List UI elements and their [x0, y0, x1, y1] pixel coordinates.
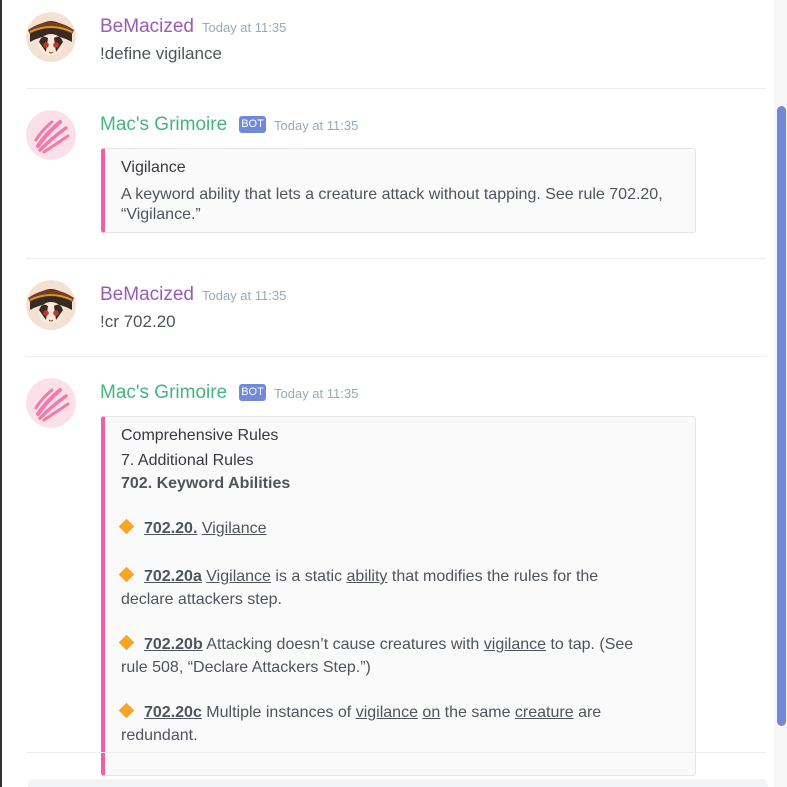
author-name[interactable]: Mac's Grimoire [100, 382, 227, 404]
message-text: !cr 702.20 [100, 312, 176, 331]
message-text: !define vigilance [100, 44, 222, 63]
keyword-link[interactable]: Vigilance [202, 520, 267, 537]
rule-link[interactable]: 702.20b [144, 636, 203, 653]
author-name[interactable]: BeMacized [100, 284, 194, 306]
rule-link[interactable]: 702.20a [144, 568, 202, 585]
rule-text: that modifies the rules for the [387, 568, 599, 585]
timestamp: Today at 11:35 [274, 118, 359, 133]
message-divider [26, 356, 766, 357]
diamond-icon [118, 702, 135, 719]
keyword-link[interactable]: vigilance [356, 704, 418, 721]
rule-entry: 702.20. Vigilance [113, 518, 267, 539]
author-name[interactable]: Mac's Grimoire [100, 114, 227, 136]
keyword-link[interactable]: on [422, 704, 440, 721]
embed-subtitle: 7. Additional Rules [121, 452, 254, 469]
rule-entry: 702.20b Attacking doesn’t cause creature… [113, 634, 634, 655]
embed-title: Vigilance [121, 159, 186, 176]
rule-text: Attacking doesn’t cause creatures with [202, 636, 484, 653]
bot-badge: BOT [239, 116, 266, 133]
message-divider [26, 88, 766, 89]
rule-text: are [573, 704, 602, 721]
keyword-link[interactable]: Vigilance [206, 568, 271, 585]
timestamp: Today at 11:35 [202, 288, 287, 303]
message-input[interactable] [28, 779, 768, 787]
diamond-icon [118, 566, 135, 583]
chat-log[interactable]: BeMacized Today at 11:35 !define vigilan… [2, 0, 774, 787]
keyword-link[interactable]: ability [347, 568, 388, 585]
rule-text: redundant. [121, 727, 198, 744]
user-avatar[interactable] [26, 12, 76, 62]
rule-link[interactable]: 702.20. [144, 520, 197, 537]
keyword-link[interactable]: vigilance [484, 636, 546, 653]
embed-description: “Vigilance.” [121, 206, 201, 223]
embed-title: Comprehensive Rules [121, 427, 279, 444]
embed-description: A keyword ability that lets a creature a… [121, 186, 663, 203]
timestamp: Today at 11:35 [202, 20, 287, 35]
embed-section-heading: 702. Keyword Abilities [121, 475, 291, 492]
embed: Vigilance A keyword ability that lets a … [101, 148, 696, 233]
rule-text: Multiple instances of [201, 704, 356, 721]
scrollbar-thumb[interactable] [777, 106, 786, 726]
bot-avatar[interactable] [26, 378, 76, 428]
timestamp: Today at 11:35 [274, 386, 359, 401]
keyword-link[interactable]: creature [515, 704, 574, 721]
message-divider [26, 752, 766, 753]
rule-entry: 702.20c Multiple instances of vigilance … [113, 702, 602, 723]
rule-text: declare attackers step. [121, 591, 282, 608]
rule-text: to tap. (See [546, 636, 634, 653]
bot-badge: BOT [239, 384, 266, 401]
diamond-icon [118, 518, 135, 535]
embed: Comprehensive Rules 7. Additional Rules … [101, 416, 696, 776]
rule-entry: 702.20a Vigilance is a static ability th… [113, 566, 599, 587]
rule-link[interactable]: 702.20c [144, 704, 202, 721]
rule-text: the same [440, 704, 515, 721]
bot-avatar[interactable] [26, 110, 76, 160]
rule-text: is a static [270, 568, 347, 585]
diamond-icon [118, 634, 135, 651]
rule-text: rule 508, “Declare Attackers Step.”) [121, 659, 371, 676]
author-name[interactable]: BeMacized [100, 16, 194, 38]
message-divider [26, 258, 766, 259]
user-avatar[interactable] [26, 280, 76, 330]
